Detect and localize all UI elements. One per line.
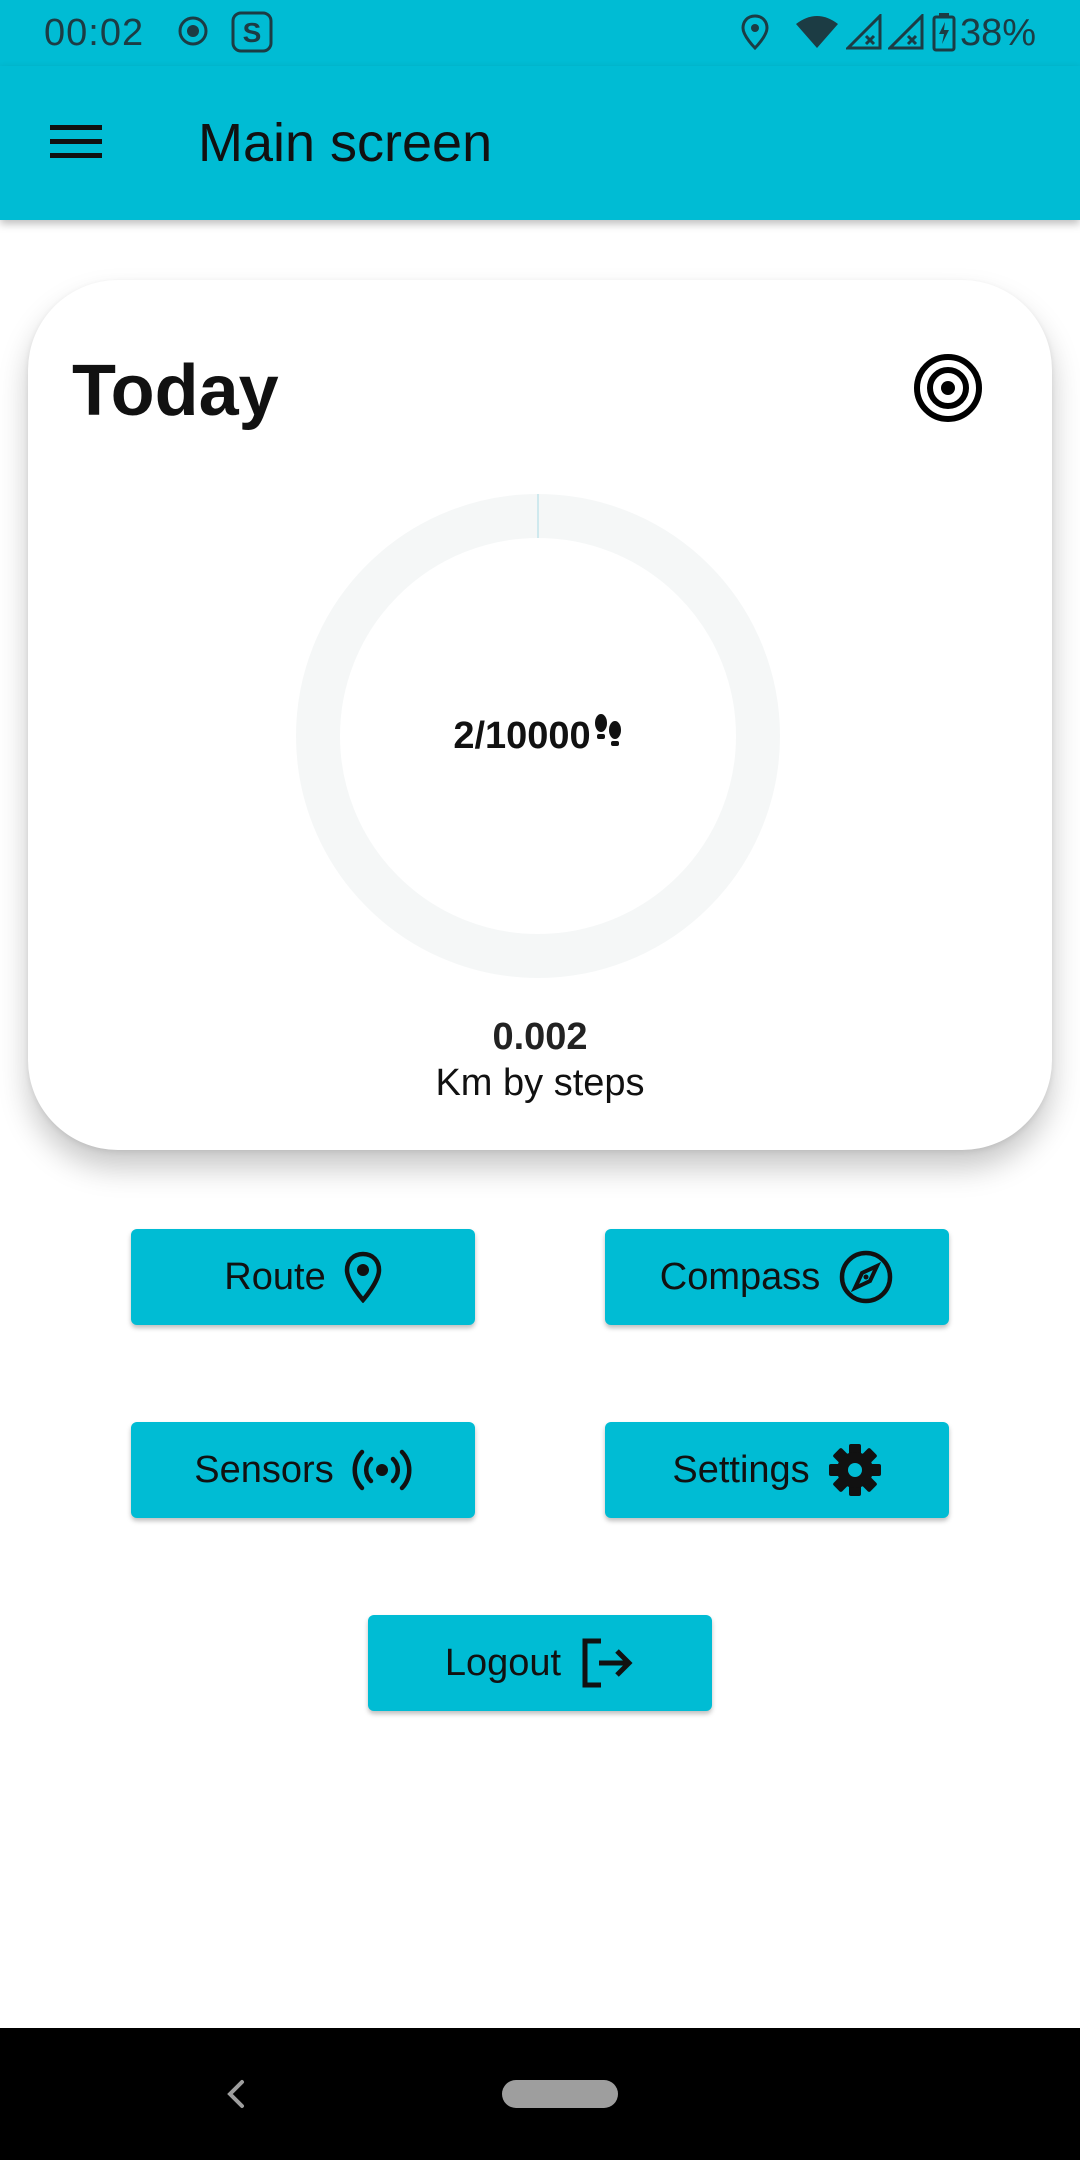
logout-button-label: Logout bbox=[444, 1641, 562, 1684]
goal-button[interactable] bbox=[912, 352, 984, 424]
battery-percentage: 38% bbox=[959, 12, 1036, 54]
signal-icon bbox=[886, 12, 924, 55]
sensors-icon bbox=[352, 1448, 412, 1492]
sensors-button-label: Sensors bbox=[194, 1448, 334, 1491]
distance-value: 0.002 bbox=[492, 1016, 588, 1058]
settings-button-label: Settings bbox=[672, 1448, 810, 1491]
page-title: Main screen bbox=[198, 113, 493, 173]
menu-button[interactable] bbox=[40, 110, 112, 176]
compass-icon bbox=[838, 1249, 894, 1305]
sensors-button[interactable]: Sensors bbox=[131, 1422, 475, 1518]
logout-button[interactable]: Logout bbox=[368, 1615, 712, 1711]
nav-back-button[interactable] bbox=[212, 2070, 260, 2118]
target-icon bbox=[912, 354, 984, 428]
steps-count: 2/10000 bbox=[453, 714, 591, 757]
location-icon bbox=[740, 14, 770, 55]
menu-icon bbox=[50, 123, 102, 164]
distance-label: Km by steps bbox=[435, 1062, 645, 1104]
gear-icon bbox=[828, 1443, 882, 1497]
route-button-label: Route bbox=[224, 1255, 326, 1298]
location-pin-icon bbox=[344, 1251, 382, 1303]
nav-home-pill[interactable] bbox=[502, 2080, 618, 2108]
status-time: 00:02 bbox=[44, 12, 145, 54]
compass-button-label: Compass bbox=[659, 1255, 821, 1298]
record-icon bbox=[176, 14, 210, 53]
today-card: Today 2/10000 0.002 Km by steps bbox=[28, 280, 1052, 1150]
footprints-icon bbox=[593, 713, 623, 759]
status-bar: 00:02 S 38% bbox=[0, 0, 1080, 66]
wifi-icon bbox=[794, 14, 840, 55]
s-app-icon: S bbox=[230, 10, 274, 59]
back-chevron-icon bbox=[212, 2080, 260, 2122]
settings-button[interactable]: Settings bbox=[605, 1422, 949, 1518]
steps-progress-ring: 2/10000 bbox=[296, 494, 780, 978]
route-button[interactable]: Route bbox=[131, 1229, 475, 1325]
steps-label: 2/10000 bbox=[296, 494, 780, 978]
system-nav-bar bbox=[0, 2028, 1080, 2160]
logout-icon bbox=[579, 1637, 635, 1689]
svg-text:S: S bbox=[243, 17, 262, 48]
app-bar: Main screen bbox=[0, 66, 1080, 220]
signal-icon bbox=[844, 12, 882, 55]
card-title: Today bbox=[72, 351, 279, 431]
battery-icon bbox=[932, 12, 956, 57]
compass-button[interactable]: Compass bbox=[605, 1229, 949, 1325]
